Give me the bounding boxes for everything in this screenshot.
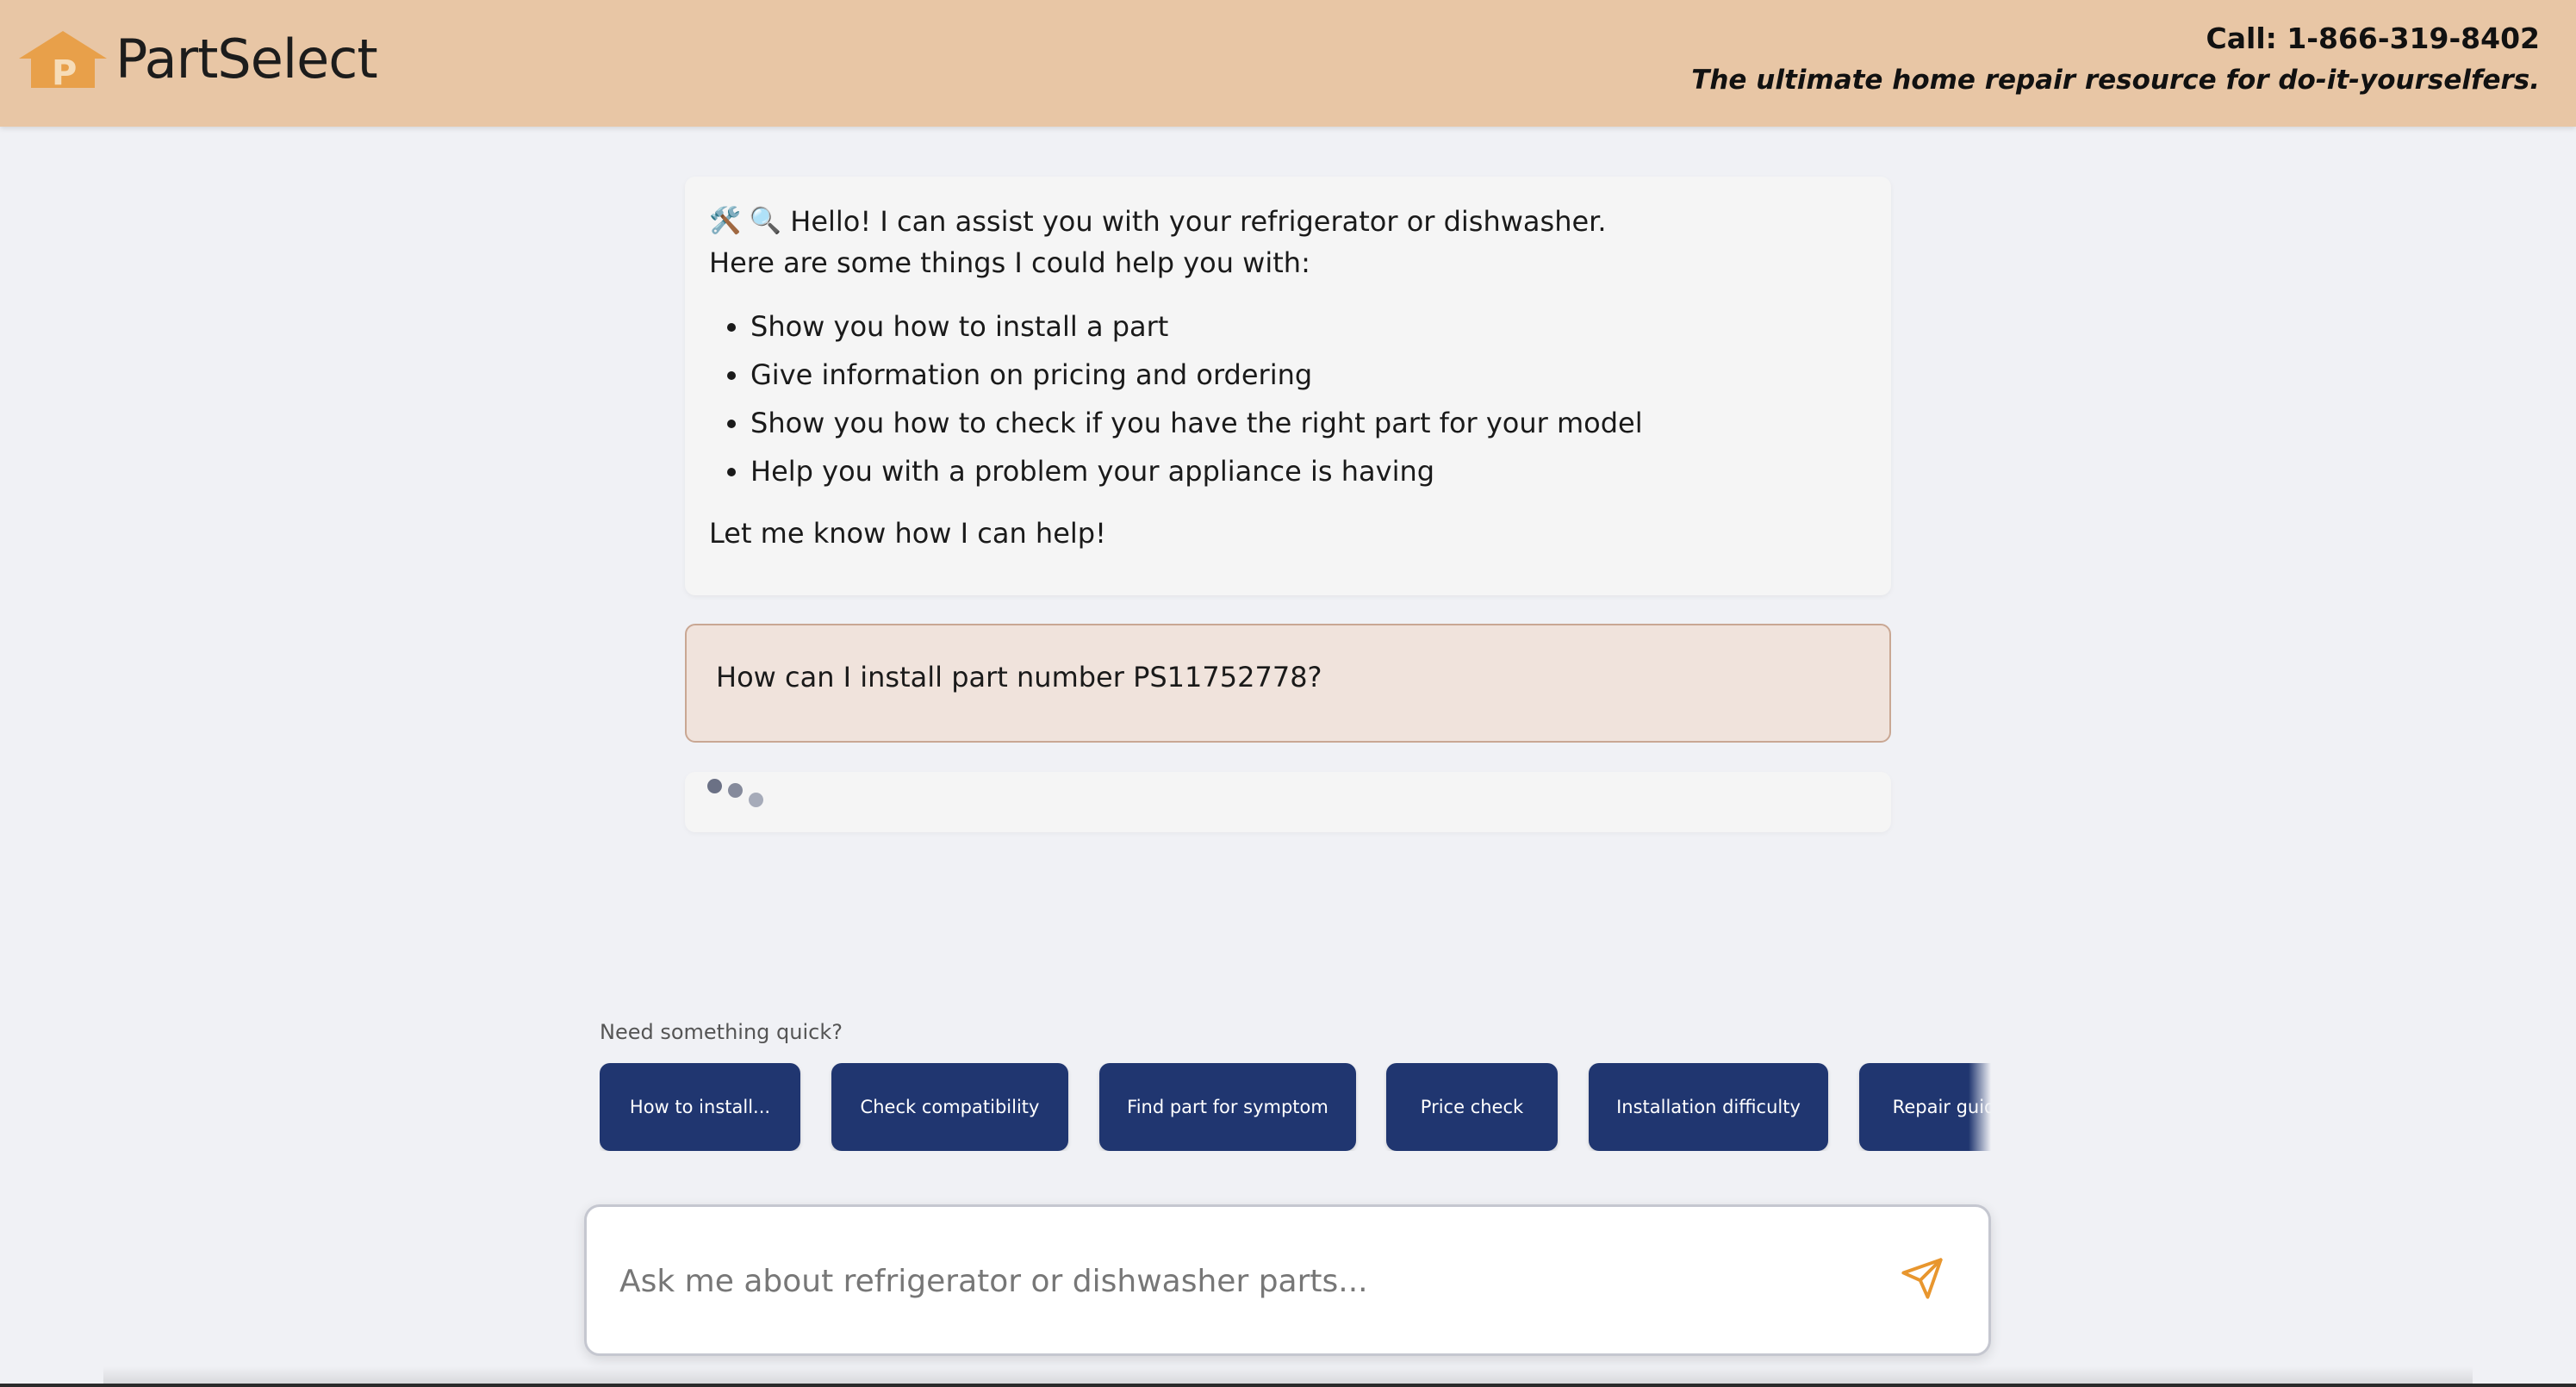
send-icon [1901,1258,1943,1299]
tagline: The ultimate home repair resource for do… [1691,65,2540,96]
bot-greeting: Hello! I can assist you with your refrig… [790,205,1607,238]
quick-check-compatibility-button[interactable]: Check compatibility [831,1063,1068,1151]
quick-how-to-install-button[interactable]: How to install... [600,1063,800,1151]
chat-input-box [584,1204,1991,1356]
house-logo-icon: P [19,31,107,90]
header-contact: Call: 1-866-319-8402 The ultimate home r… [1691,19,2540,100]
user-message-text: How can I install part number PS11752778… [716,661,1322,694]
bot-closing: Let me know how I can help! [709,517,1106,550]
svg-text:P: P [52,53,77,90]
list-item: Give information on pricing and ordering [750,351,1867,399]
typing-dot [707,779,722,793]
typing-dot [728,783,743,798]
bot-intro: Here are some things I could help you wi… [709,246,1310,279]
typing-indicator [685,772,1891,832]
list-item: Show you how to check if you have the ri… [750,399,1867,447]
list-item: Show you how to install a part [750,302,1867,351]
user-message: How can I install part number PS11752778… [685,624,1891,743]
bottom-edge [0,1384,2576,1387]
quick-repair-guide-button[interactable]: Repair guide [1859,1063,1991,1151]
phone-number[interactable]: Call: 1-866-319-8402 [1691,19,2540,59]
quick-actions-label: Need something quick? [600,1020,843,1044]
typing-dot [749,793,763,807]
quick-price-check-button[interactable]: Price check [1386,1063,1558,1151]
logo-text: PartSelect [115,28,378,90]
tools-search-emoji-icon: 🛠️ 🔍 [709,206,782,236]
bot-message: 🛠️ 🔍 Hello! I can assist you with your r… [685,177,1891,595]
send-button[interactable] [1892,1248,1952,1309]
bot-options-list: Show you how to install a part Give info… [709,302,1867,495]
partselect-logo[interactable]: P PartSelect [19,28,378,90]
site-header: P PartSelect Call: 1-866-319-8402 The ul… [0,0,2576,127]
quick-installation-difficulty-button[interactable]: Installation difficulty [1589,1063,1828,1151]
list-item: Help you with a problem your appliance i… [750,447,1867,495]
chat-input[interactable] [619,1257,1869,1305]
quick-find-part-for-symptom-button[interactable]: Find part for symptom [1099,1063,1356,1151]
quick-actions-row[interactable]: How to install... Check compatibility Fi… [600,1063,1991,1151]
